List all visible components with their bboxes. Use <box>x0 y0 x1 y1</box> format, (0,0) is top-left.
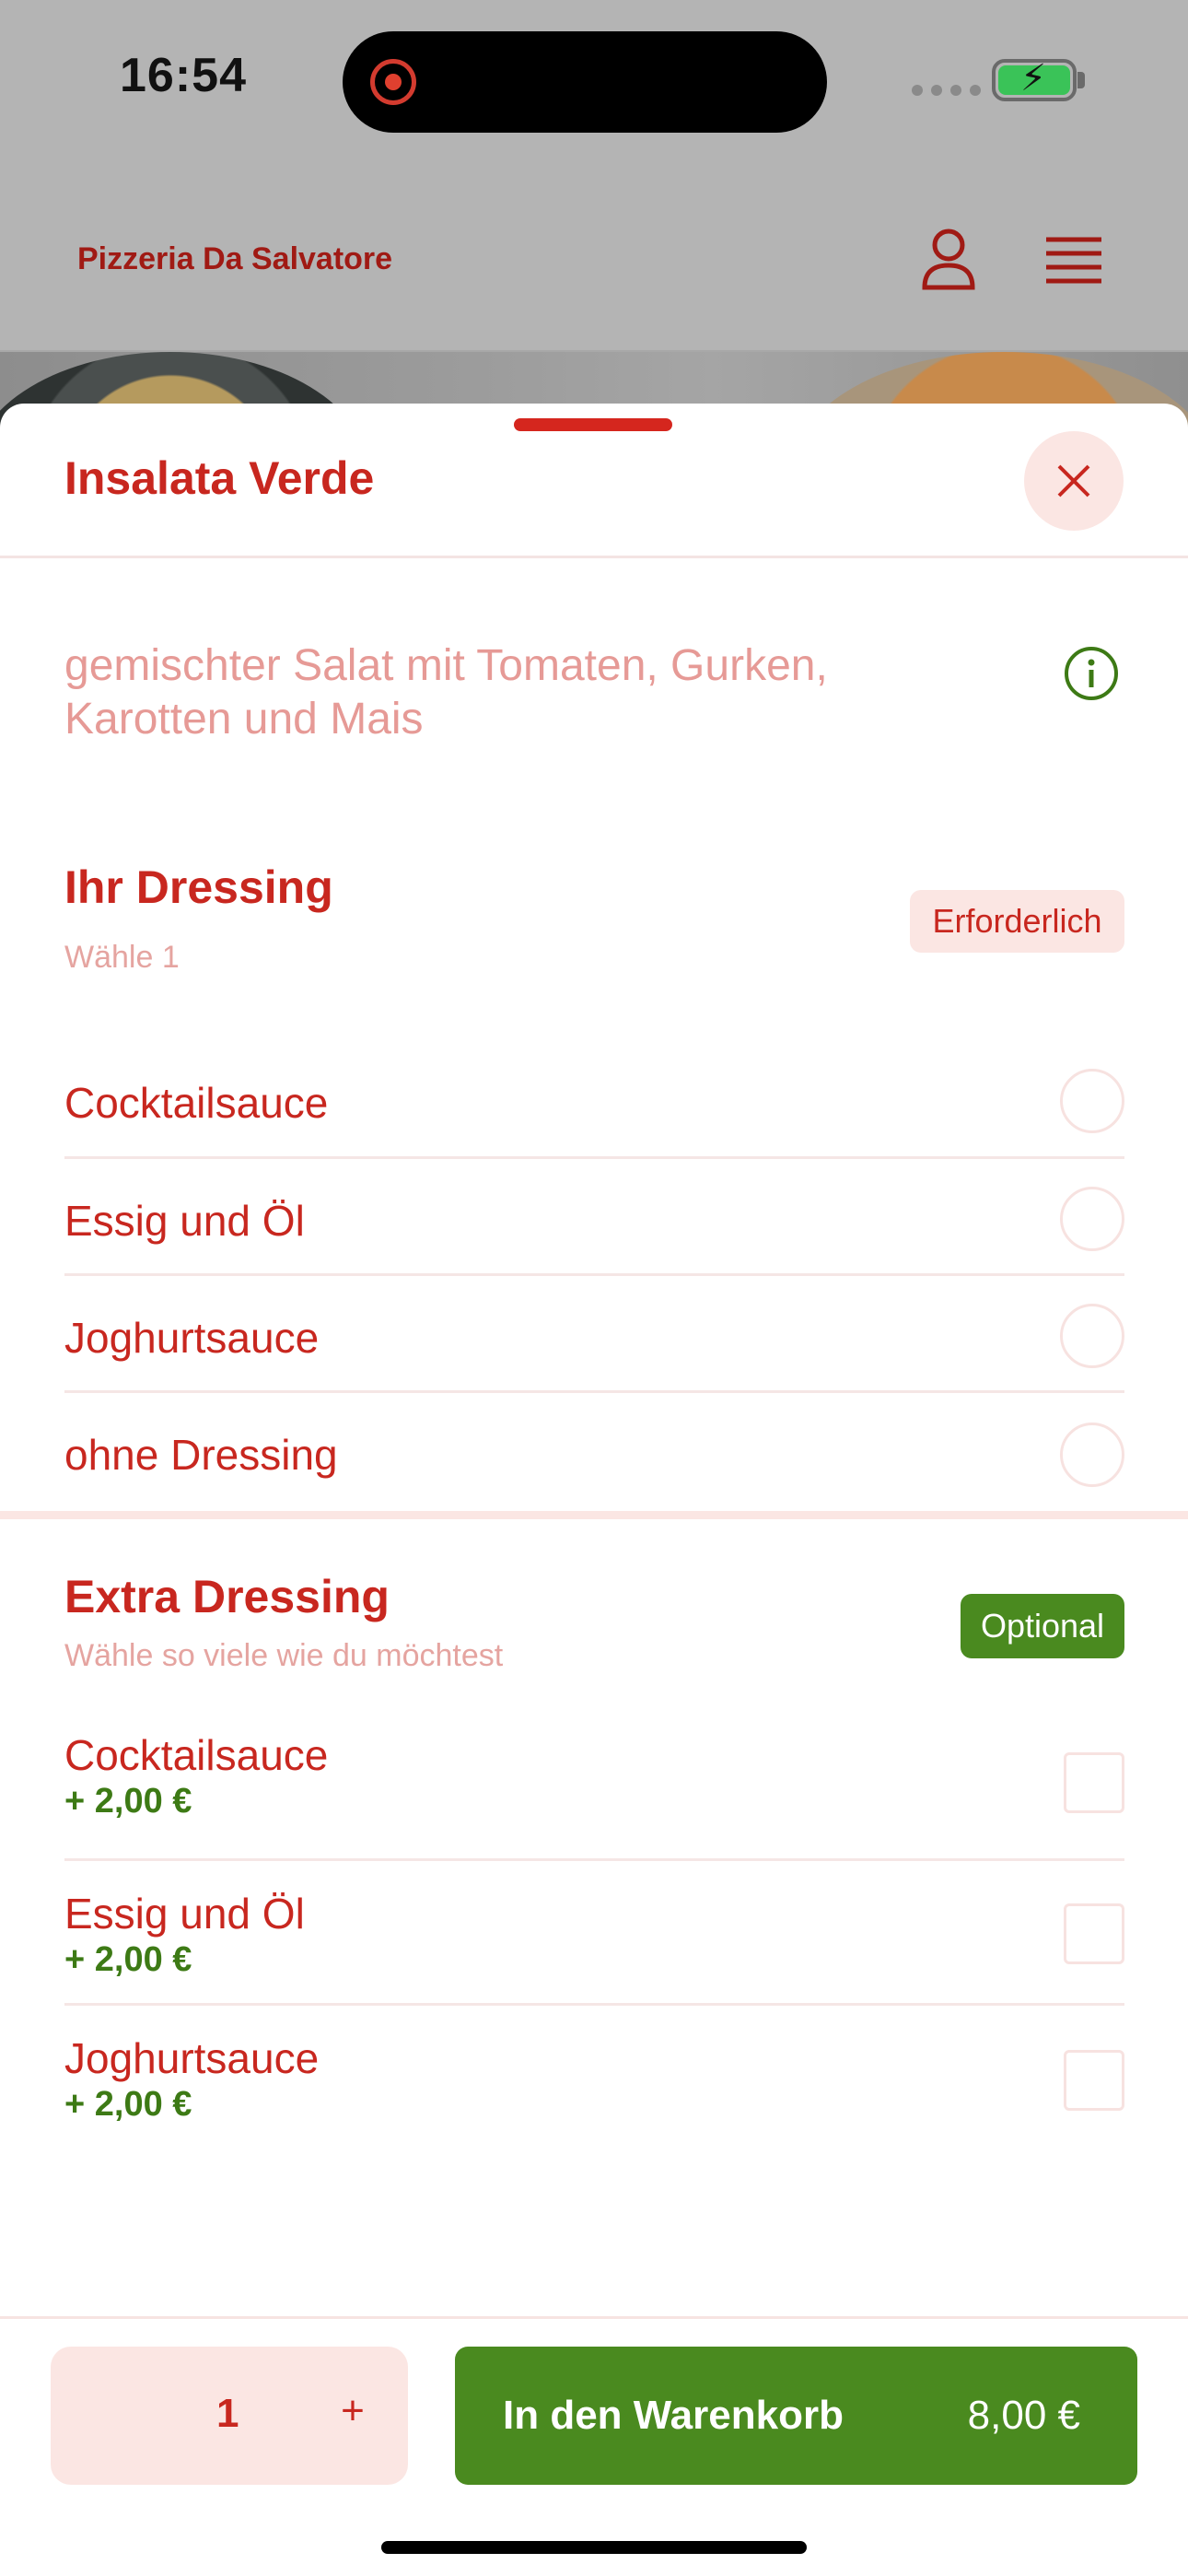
extra-group-subtitle: Wähle so viele wie du möchtest <box>64 1638 504 1673</box>
optional-badge: Optional <box>961 1594 1124 1658</box>
increase-quantity-button[interactable]: + <box>325 2383 380 2439</box>
status-bar: 16:54 ⚡ <box>0 0 1188 157</box>
checkbox[interactable] <box>1064 1903 1124 1964</box>
option-label: Cocktailsauce <box>64 1731 329 1779</box>
dressing-option-joghurtsauce[interactable]: Joghurtsauce <box>64 1276 1124 1393</box>
dynamic-island <box>343 31 827 133</box>
add-to-cart-button[interactable]: In den Warenkorb 8,00 € <box>455 2347 1137 2485</box>
brand-name[interactable]: Pizzeria Da Salvatore <box>77 241 392 277</box>
status-time: 16:54 <box>120 49 247 102</box>
extra-group-title: Extra Dressing <box>64 1571 390 1622</box>
dressing-option-cocktailsauce[interactable]: Cocktailsauce <box>64 1041 1124 1159</box>
cart-total-price: 8,00 € <box>967 2393 1080 2438</box>
checkbox[interactable] <box>1064 2050 1124 2111</box>
radio-button[interactable] <box>1060 1304 1124 1368</box>
dressing-group-title: Ihr Dressing <box>64 861 333 913</box>
option-label: Cocktailsauce <box>64 1079 329 1127</box>
required-badge: Erforderlich <box>910 890 1124 953</box>
option-label: Essig und Öl <box>64 1890 305 1938</box>
option-label: Joghurtsauce <box>64 1314 320 1362</box>
add-to-cart-label: In den Warenkorb <box>503 2393 844 2438</box>
product-title: Insalata Verde <box>64 452 375 504</box>
cellular-signal-icon <box>912 85 981 96</box>
option-label: Essig und Öl <box>64 1197 305 1245</box>
checkbox[interactable] <box>1064 1752 1124 1813</box>
radio-button[interactable] <box>1060 1423 1124 1487</box>
hamburger-menu-icon[interactable] <box>1044 236 1103 284</box>
dressing-group-subtitle: Wähle 1 <box>64 940 180 975</box>
extra-option-cocktailsauce[interactable]: Cocktailsauce + 2,00 € <box>64 1704 1124 1861</box>
bottom-action-bar: 1 + In den Warenkorb 8,00 € <box>0 2316 1188 2576</box>
user-account-icon[interactable] <box>921 227 976 291</box>
divider <box>0 556 1188 558</box>
section-divider <box>0 1511 1188 1519</box>
dressing-option-essig-und-oel[interactable]: Essig und Öl <box>64 1159 1124 1276</box>
option-price: + 2,00 € <box>64 1940 192 1979</box>
radio-button[interactable] <box>1060 1187 1124 1251</box>
close-icon <box>1057 464 1090 498</box>
close-button[interactable] <box>1024 431 1124 531</box>
quantity-value: 1 <box>216 2391 239 2436</box>
option-label: ohne Dressing <box>64 1431 338 1479</box>
radio-button[interactable] <box>1060 1069 1124 1133</box>
product-description: gemischter Salat mit Tomaten, Gurken, Ka… <box>64 641 828 744</box>
home-indicator[interactable] <box>381 2541 807 2554</box>
app-header: Pizzeria Da Salvatore <box>0 157 1188 352</box>
sheet-grabber[interactable] <box>514 418 672 431</box>
charging-bolt-icon: ⚡ <box>1020 58 1047 99</box>
screen-recording-icon <box>370 59 416 105</box>
product-options-sheet: Insalata Verde gemischter Salat mit Toma… <box>0 404 1188 2576</box>
dressing-option-ohne-dressing[interactable]: ohne Dressing <box>64 1393 1124 1511</box>
extra-option-essig-und-oel[interactable]: Essig und Öl + 2,00 € <box>64 1861 1124 2006</box>
extra-option-joghurtsauce[interactable]: Joghurtsauce + 2,00 € <box>64 2006 1124 2153</box>
option-label: Joghurtsauce <box>64 2034 320 2082</box>
battery-icon: ⚡ <box>992 59 1077 101</box>
option-price: + 2,00 € <box>64 2085 192 2124</box>
quantity-stepper[interactable]: 1 + <box>51 2347 408 2485</box>
option-price: + 2,00 € <box>64 1782 192 1821</box>
info-icon[interactable] <box>1063 645 1120 702</box>
